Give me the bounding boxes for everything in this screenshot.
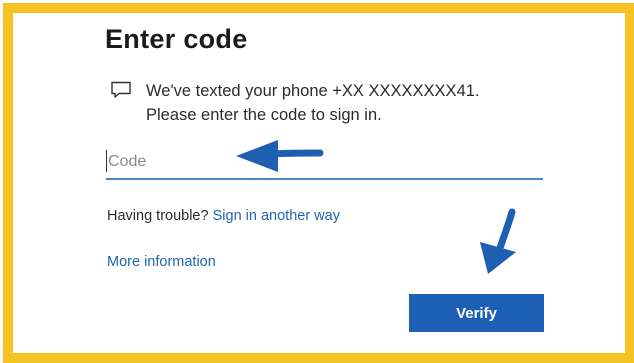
verify-button[interactable]: Verify [409, 294, 544, 332]
more-information-link[interactable]: More information [107, 254, 216, 270]
text-caret [106, 150, 107, 172]
left-arrow-icon [236, 140, 324, 172]
sign-in-another-way-link[interactable]: Sign in another way [213, 208, 340, 224]
message-line-1: We've texted your phone +XX XXXXXXXX41. [146, 82, 480, 100]
code-input[interactable] [106, 146, 543, 180]
chat-bubble-icon [111, 81, 131, 98]
down-arrow-icon [480, 208, 516, 274]
message-line-2: Please enter the code to sign in. [146, 106, 382, 124]
sms-message: We've texted your phone +XX XXXXXXXX41. … [146, 79, 546, 127]
trouble-text: Having trouble? [107, 208, 209, 224]
trouble-row: Having trouble? Sign in another way [107, 208, 340, 224]
page-title: Enter code [105, 24, 248, 54]
